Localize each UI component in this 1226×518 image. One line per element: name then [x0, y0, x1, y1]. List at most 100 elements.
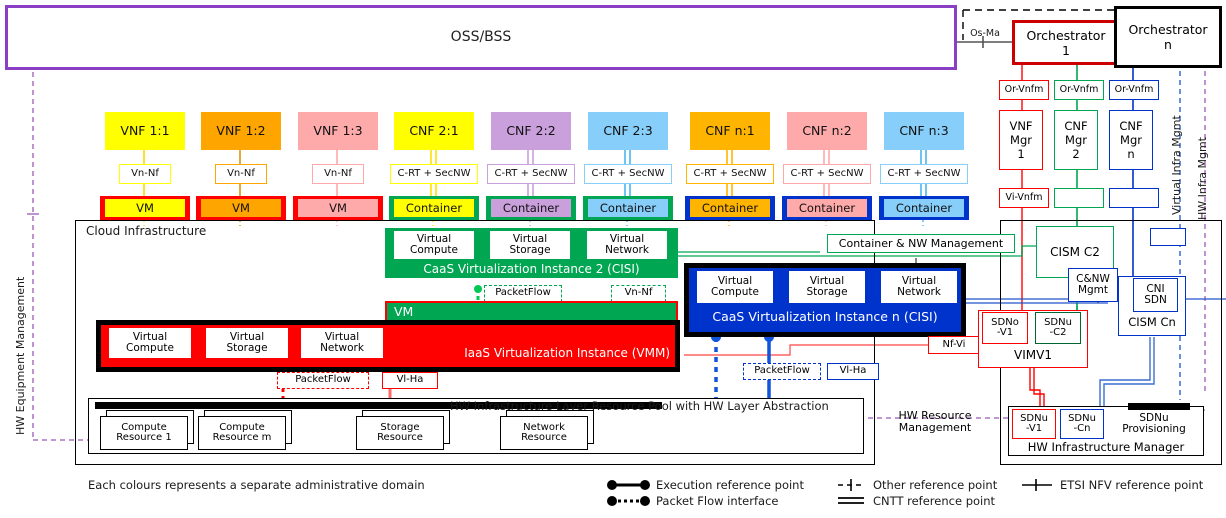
vimv1-label: VIMV1 — [1014, 347, 1052, 362]
iaas-virtual-storage[interactable]: Virtual Storage — [205, 327, 289, 359]
function-box-8[interactable]: CNF n:3 — [884, 112, 964, 150]
legend-note: Each colours represents a separate admin… — [88, 478, 425, 492]
sdnu-cn-box[interactable]: SDNu -Cn — [1060, 409, 1104, 439]
caasn-packetflow-ref[interactable]: PacketFlow — [743, 363, 821, 380]
reference-point-box-5[interactable]: C-RT + SecNW — [584, 164, 672, 184]
vnf-mgr-1-line-0: VNF — [1009, 119, 1033, 133]
reference-point-box-1[interactable]: Vn-Nf — [215, 164, 267, 184]
exec-box-3[interactable]: Container — [394, 199, 474, 217]
sdnu-provisioning-box[interactable]: SDNu Provisioning — [1108, 409, 1200, 439]
reference-point-box-8[interactable]: C-RT + SecNW — [880, 164, 968, 184]
reference-point-label-2: Vn-Nf — [324, 167, 352, 179]
caasn-virtual-storage[interactable]: Virtual Storage — [788, 270, 866, 304]
hw-resource-management-label: HW Resource Management — [898, 409, 972, 434]
exec-box-7[interactable]: Container — [787, 199, 867, 217]
container-nw-management-ref[interactable]: Container & NW Management — [827, 234, 1015, 253]
vm-band-label: VM — [394, 304, 414, 319]
or-vnfm-1-ref[interactable]: Or-Vnfm — [999, 80, 1049, 100]
vnf-mgr-1-box[interactable]: VNF Mgr 1 — [999, 110, 1043, 170]
reference-point-box-2[interactable]: Vn-Nf — [312, 164, 364, 184]
ossbss-label: OSS/BSS — [450, 29, 512, 46]
legend-cntt-label: CNTT reference point — [873, 494, 996, 508]
cnf-mgr-n-line-0: CNF — [1119, 119, 1143, 133]
function-box-4[interactable]: CNF 2:2 — [491, 112, 571, 150]
ossbss-box[interactable]: OSS/BSS — [5, 5, 957, 70]
function-label-7: CNF n:2 — [802, 123, 852, 139]
caas2-virtual-network[interactable]: Virtual Network — [586, 230, 668, 260]
function-box-6[interactable]: CNF n:1 — [690, 112, 770, 150]
caas2-virtual-compute[interactable]: Virtual Compute — [393, 230, 475, 260]
caas2-vn-nf-ref[interactable]: Vn-Nf — [611, 285, 666, 302]
function-box-5[interactable]: CNF 2:3 — [588, 112, 668, 150]
function-label-3: CNF 2:1 — [409, 123, 459, 139]
cnf-mgr-n-box[interactable]: CNF Mgr n — [1109, 110, 1153, 170]
orchestrator-1-box[interactable]: Orchestrator 1 — [1012, 20, 1120, 65]
iaas-vl-ha-ref[interactable]: Vl-Ha — [382, 372, 438, 389]
caasn-virtual-compute[interactable]: Virtual Compute — [696, 270, 774, 304]
orchestrator-1-label-line1: Orchestrator — [1026, 27, 1106, 43]
exec-label-2: VM — [329, 200, 347, 215]
function-box-2[interactable]: VNF 1:3 — [298, 112, 378, 150]
function-box-7[interactable]: CNF n:2 — [787, 112, 867, 150]
sdnu-v1-box[interactable]: SDNu -V1 — [1012, 409, 1056, 439]
exec-label-0: VM — [136, 200, 154, 215]
function-box-1[interactable]: VNF 1:2 — [201, 112, 281, 150]
reference-point-label-6: C-RT + SecNW — [693, 167, 767, 179]
cni-sdn-box[interactable]: CNI SDN — [1133, 278, 1178, 312]
iaas-packetflow-ref[interactable]: PacketFlow — [277, 372, 369, 389]
caasn-vl-ha-ref[interactable]: Vl-Ha — [827, 363, 879, 380]
vi-vnfm-green-ref[interactable] — [1054, 188, 1104, 208]
sdno-v1-box[interactable]: SDNo -V1 — [982, 312, 1028, 344]
exec-label-6: Container — [701, 200, 759, 215]
reference-point-label-3: C-RT + SecNW — [397, 167, 471, 179]
hw-resource-line2-0: Resource 1 — [116, 432, 172, 443]
orchestrator-n-box[interactable]: Orchestrator n — [1114, 6, 1222, 68]
caasn-virtual-network[interactable]: Virtual Network — [880, 270, 958, 304]
caas2-packetflow-ref[interactable]: PacketFlow — [484, 285, 562, 302]
exec-label-5: Container — [599, 200, 657, 215]
reference-point-label-8: C-RT + SecNW — [887, 167, 961, 179]
cnf-mgr-2-box[interactable]: CNF Mgr 2 — [1054, 110, 1098, 170]
vi-vnfm-ref[interactable]: Vi-Vnfm — [999, 188, 1049, 208]
sdnu-c2-box[interactable]: SDNu -C2 — [1035, 312, 1081, 344]
hw-resource-line2-3: Resource — [521, 432, 567, 443]
reference-point-box-6[interactable]: C-RT + SecNW — [686, 164, 774, 184]
hw-resource-line2-1: Resource m — [212, 432, 272, 443]
exec-box-1[interactable]: VM — [201, 199, 281, 217]
reference-point-box-0[interactable]: Vn-Nf — [119, 164, 171, 184]
iaas-virtual-network[interactable]: Virtual Network — [300, 327, 384, 359]
exec-box-5[interactable]: Container — [588, 199, 668, 217]
exec-box-6[interactable]: Container — [690, 199, 770, 217]
function-label-2: VNF 1:3 — [313, 123, 363, 139]
function-label-6: CNF n:1 — [705, 123, 755, 139]
exec-label-1: VM — [232, 200, 250, 215]
vi-vnfm-blue-ref[interactable] — [1109, 188, 1159, 208]
reference-point-box-4[interactable]: C-RT + SecNW — [487, 164, 575, 184]
nf-vi-ref[interactable]: Nf-Vi — [928, 336, 980, 354]
function-box-0[interactable]: VNF 1:1 — [105, 112, 185, 150]
hw-infra-manager-label: HW Infrastructure Manager — [1027, 439, 1185, 454]
exec-box-4[interactable]: Container — [491, 199, 571, 217]
hw-resource-3[interactable]: Network Resource — [500, 416, 588, 450]
hw-resource-1[interactable]: Compute Resource m — [198, 416, 286, 450]
hw-resource-0[interactable]: Compute Resource 1 — [100, 416, 188, 450]
exec-box-8[interactable]: Container — [884, 199, 964, 217]
function-box-3[interactable]: CNF 2:1 — [394, 112, 474, 150]
hw-resource-2[interactable]: Storage Resource — [356, 416, 444, 450]
cnf-mgr-2-line-0: CNF — [1064, 119, 1088, 133]
cnw-mgmt-box[interactable]: C&NW Mgmt — [1068, 268, 1118, 302]
vm-band[interactable] — [385, 301, 678, 322]
or-vnfm-3-ref[interactable]: Or-Vnfm — [1109, 80, 1159, 100]
reference-point-label-1: Vn-Nf — [227, 167, 255, 179]
reference-point-box-7[interactable]: C-RT + SecNW — [783, 164, 871, 184]
legend-etsi-label: ETSI NFV reference point — [1060, 478, 1204, 492]
exec-box-2[interactable]: VM — [298, 199, 378, 217]
or-vnfm-2-ref[interactable]: Or-Vnfm — [1054, 80, 1104, 100]
caas2-virtual-storage[interactable]: Virtual Storage — [489, 230, 571, 260]
os-ma-label: Os-Ma — [970, 28, 1000, 39]
reference-point-label-5: C-RT + SecNW — [591, 167, 665, 179]
iaas-virtual-compute[interactable]: Virtual Compute — [108, 327, 192, 359]
exec-box-0[interactable]: VM — [105, 199, 185, 217]
reference-point-box-3[interactable]: C-RT + SecNW — [390, 164, 478, 184]
orchestrator-n-label-line2: n — [1164, 37, 1172, 52]
